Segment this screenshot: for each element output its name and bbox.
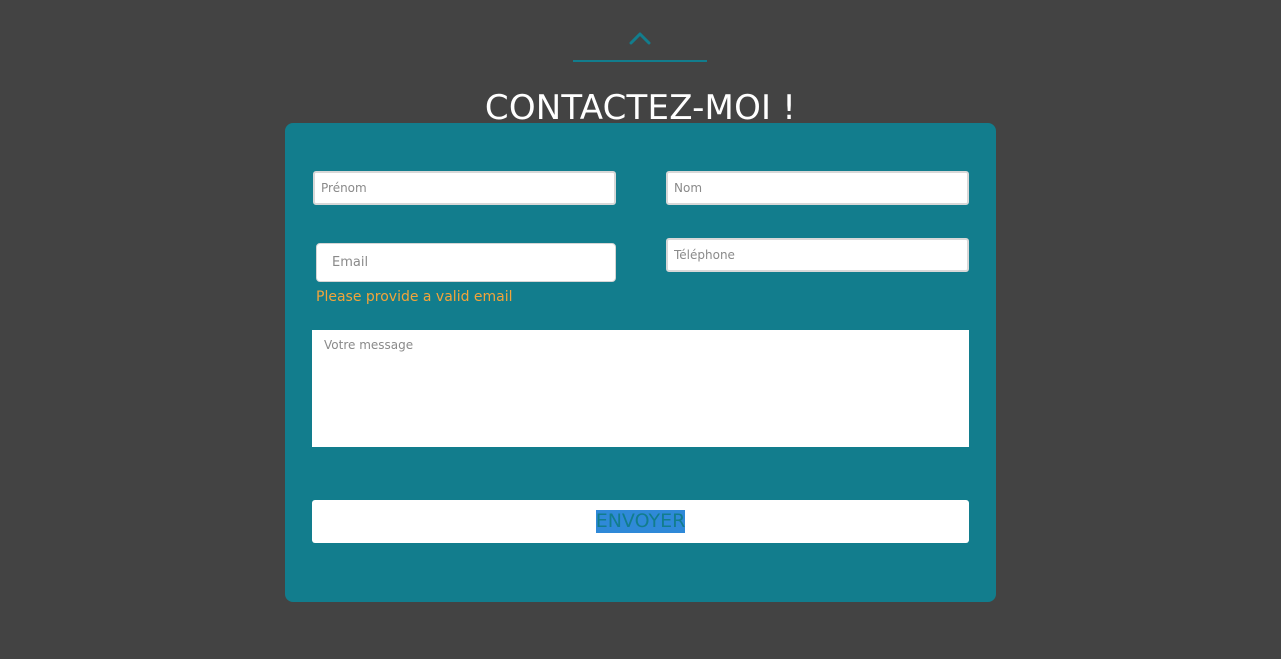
telephone-input[interactable] <box>666 238 969 272</box>
contact-page: CONTACTEZ-MOI ! Please provide a valid e… <box>0 0 1281 659</box>
nom-input[interactable] <box>666 171 969 205</box>
chevron-up-icon[interactable] <box>629 31 651 45</box>
title-underline <box>573 60 707 62</box>
message-textarea[interactable] <box>312 330 969 447</box>
email-error-message: Please provide a valid email <box>316 289 513 305</box>
send-button-label: ENVOYER <box>595 510 686 533</box>
email-input[interactable] <box>316 243 616 282</box>
prenom-input[interactable] <box>313 171 616 205</box>
send-button[interactable]: ENVOYER <box>312 500 969 543</box>
contact-form-card: Please provide a valid email ENVOYER <box>285 123 996 602</box>
